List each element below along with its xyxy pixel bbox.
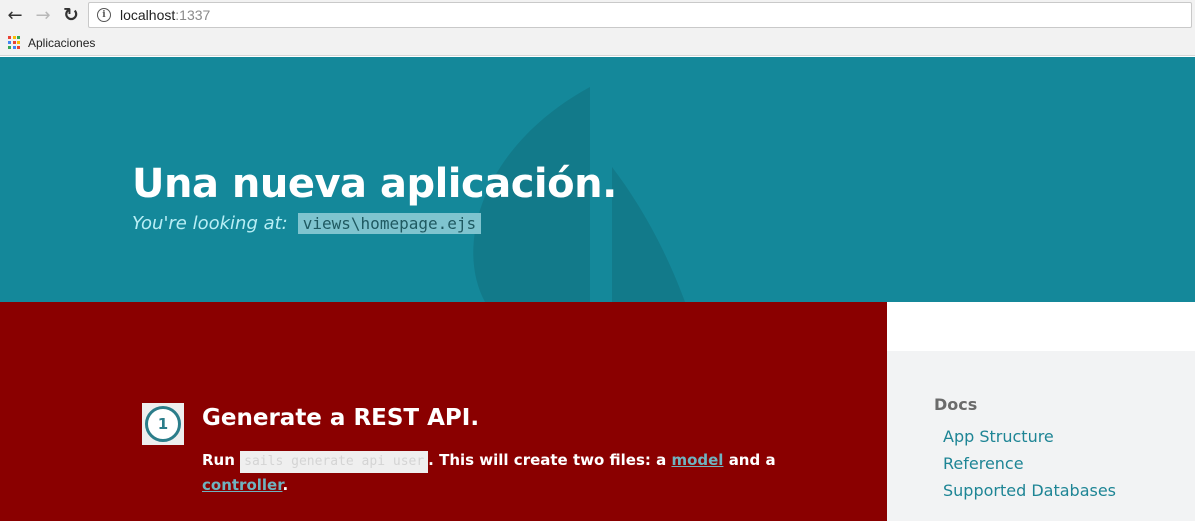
hero-view-path: views\homepage.ejs [297, 213, 482, 234]
hero-title: Una nueva aplicación. [132, 161, 617, 207]
model-link[interactable]: model [671, 451, 723, 469]
controller-link[interactable]: controller [202, 476, 282, 494]
step-text-run: Run [202, 451, 235, 469]
getting-started-section: 1 Generate a REST API. Run sails generat… [0, 302, 887, 521]
step-text-and: and a [728, 451, 776, 469]
hero-subtitle: You're looking at: views\homepage.ejs [132, 213, 482, 234]
docs-title: Docs [934, 395, 978, 414]
hero-subtitle-label: You're looking at: [132, 213, 288, 234]
step-title: Generate a REST API. [202, 405, 480, 431]
hero-banner: Una nueva aplicación. You're looking at:… [0, 57, 1195, 302]
docs-link-supported-databases[interactable]: Supported Databases [943, 481, 1116, 508]
step-number: 1 [145, 406, 181, 442]
docs-link-app-structure[interactable]: App Structure [943, 427, 1116, 454]
docs-link-list: App Structure Reference Supported Databa… [943, 427, 1116, 508]
back-arrow-icon[interactable]: ← [1, 1, 29, 29]
docs-link-reference[interactable]: Reference [943, 454, 1116, 481]
address-bar[interactable]: i localhost:1337 [88, 2, 1192, 28]
info-icon[interactable]: i [97, 8, 111, 22]
bookmarks-bar: Aplicaciones [0, 30, 1195, 56]
url-text[interactable]: localhost:1337 [120, 7, 210, 23]
step-text-mid: . This will create two files: a [428, 451, 667, 469]
step-description: Run sails generate api user. This will c… [202, 448, 792, 498]
step-number-badge: 1 [142, 403, 184, 445]
browser-toolbar: ← → ↻ i localhost:1337 [0, 0, 1195, 30]
step-text-end: . [282, 476, 289, 494]
step-command-code: sails generate api user [240, 451, 429, 473]
forward-arrow-icon[interactable]: → [29, 1, 57, 29]
bookmark-apps-label[interactable]: Aplicaciones [28, 36, 95, 50]
url-host: localhost [120, 7, 176, 23]
apps-grid-icon[interactable] [8, 36, 21, 49]
url-port: :1337 [175, 7, 211, 23]
docs-sidebar: Docs App Structure Reference Supported D… [887, 351, 1195, 521]
reload-icon[interactable]: ↻ [57, 1, 85, 29]
